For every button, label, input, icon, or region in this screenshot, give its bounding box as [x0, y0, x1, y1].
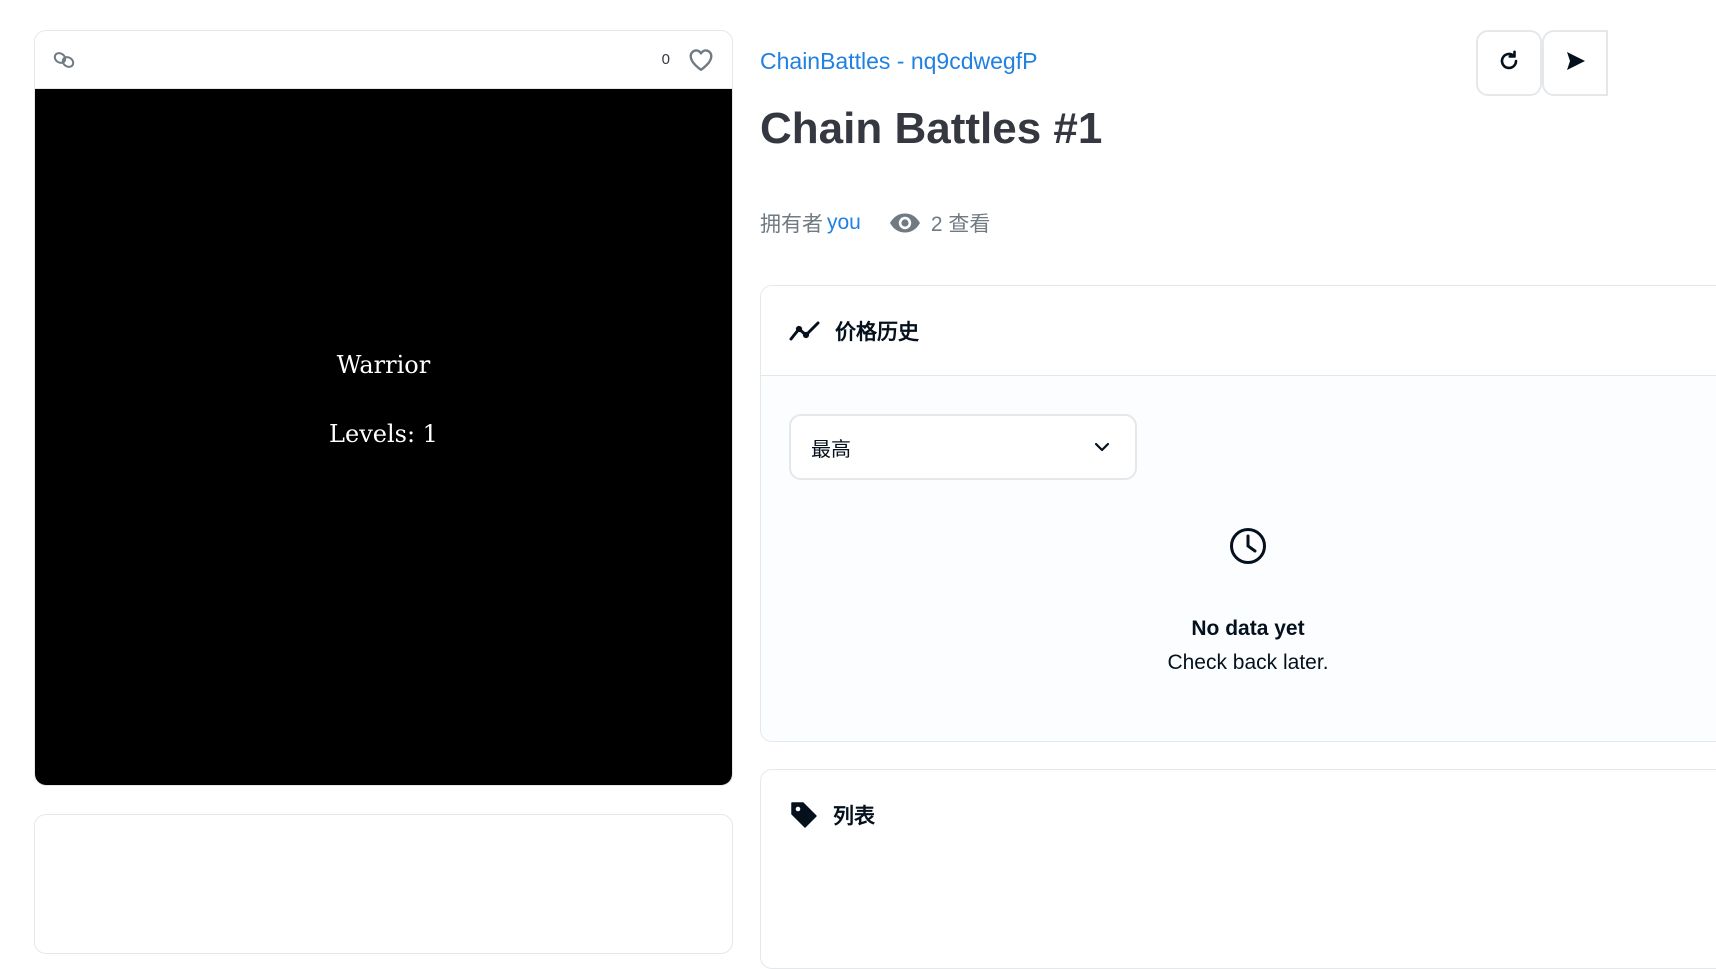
listings-title: 列表 — [833, 805, 875, 828]
price-history-body: 最高 No data yet Check back later. — [761, 376, 1716, 741]
chain-icon — [53, 51, 75, 69]
tag-icon — [789, 800, 819, 830]
nft-class-text: Warrior — [336, 351, 431, 379]
heart-icon[interactable] — [688, 48, 714, 72]
clock-icon — [1228, 526, 1268, 566]
price-history-panel: 价格历史 最高 No data yet Check back later. — [760, 285, 1716, 742]
eye-icon — [889, 213, 921, 233]
owner-label: 拥有者 — [760, 213, 823, 236]
item-meta: 拥有者 you 2 查看 — [760, 208, 990, 238]
owner-link[interactable]: you — [827, 211, 861, 235]
collection-link[interactable]: ChainBattles - nq9cdwegfP — [760, 48, 1037, 75]
refresh-icon — [1497, 49, 1521, 78]
listings-panel: 列表 — [760, 769, 1716, 969]
chevron-down-icon — [1093, 441, 1111, 453]
favorite-group: 0 — [662, 48, 714, 72]
media-card: 0 Warrior Levels: 1 — [34, 30, 733, 786]
empty-state-subtitle: Check back later. — [1167, 651, 1329, 674]
details-card — [34, 814, 733, 954]
price-history-title: 价格历史 — [835, 320, 919, 344]
trend-line-icon — [789, 320, 821, 342]
empty-state-title: No data yet — [1191, 617, 1305, 640]
listings-header[interactable]: 列表 — [761, 770, 1716, 860]
price-history-header[interactable]: 价格历史 — [761, 286, 1716, 376]
send-icon — [1563, 49, 1587, 78]
item-title: Chain Battles #1 — [760, 104, 1103, 153]
time-range-select[interactable]: 最高 — [789, 414, 1137, 480]
views-count: 2 查看 — [930, 213, 991, 236]
nft-image[interactable]: Warrior Levels: 1 — [35, 89, 732, 785]
time-range-value: 最高 — [811, 438, 851, 461]
empty-state: No data yet Check back later. — [1048, 526, 1448, 675]
transfer-button[interactable] — [1542, 30, 1608, 96]
media-card-header: 0 — [35, 31, 732, 89]
refresh-button[interactable] — [1476, 30, 1542, 96]
favorites-count: 0 — [661, 51, 670, 68]
nft-level-text: Levels: 1 — [329, 420, 438, 448]
views-count-group: 2 查看 — [889, 208, 991, 238]
